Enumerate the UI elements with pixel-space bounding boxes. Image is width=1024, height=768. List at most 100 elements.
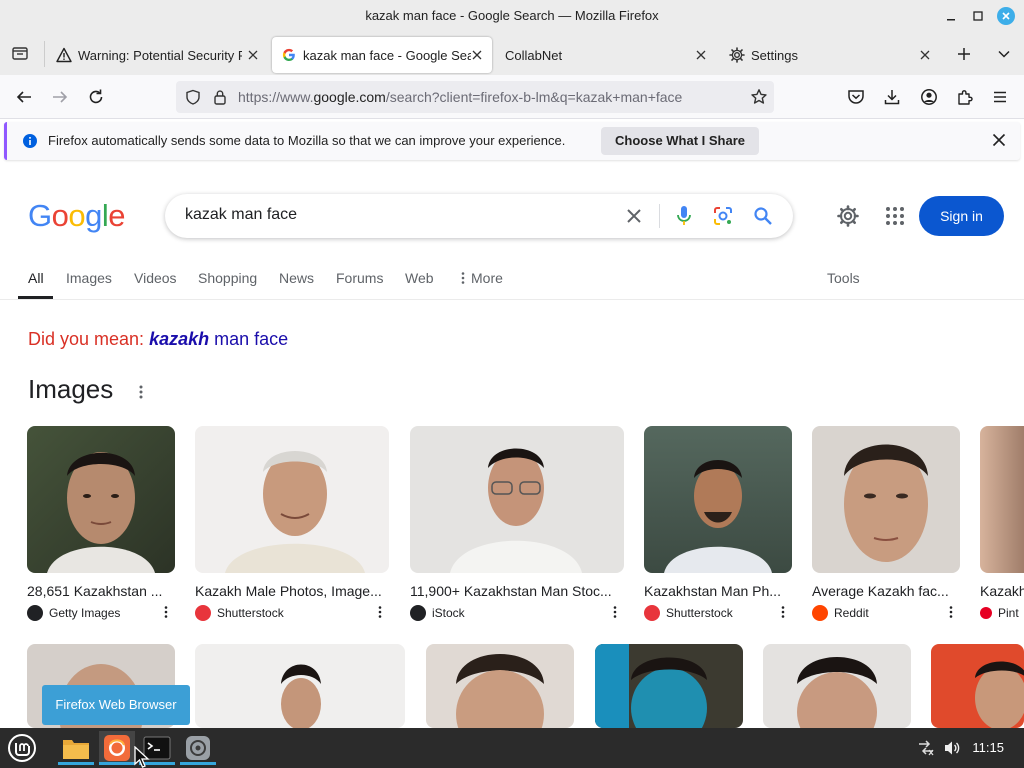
extensions-button[interactable]: [953, 85, 977, 109]
network-icon[interactable]: [917, 740, 935, 756]
image-result[interactable]: 11,900+ Kazakhstan Man Stoc... iStock: [410, 426, 624, 622]
image-result[interactable]: Kazakh Male Photos, Image... Shutterstoc…: [195, 426, 389, 622]
volume-icon[interactable]: [943, 740, 961, 756]
image-source[interactable]: Shutterstock: [195, 604, 389, 622]
tab-news[interactable]: News: [279, 270, 314, 286]
tab-overview-button[interactable]: [8, 41, 32, 65]
search-input[interactable]: kazak man face: [185, 206, 297, 224]
tab-settings[interactable]: Settings: [720, 37, 940, 73]
image-caption[interactable]: 11,900+ Kazakhstan Man Stoc...: [410, 583, 624, 599]
tab-collabnet[interactable]: CollabNet: [496, 37, 716, 73]
result-thumbnail[interactable]: [27, 426, 175, 573]
image-result[interactable]: [931, 644, 1024, 728]
pocket-button[interactable]: [844, 85, 868, 109]
notification-close-button[interactable]: [992, 133, 1006, 147]
images-more-button[interactable]: [137, 384, 145, 400]
spelling-correction-link[interactable]: kazakh man face: [149, 329, 288, 349]
more-vert-icon[interactable]: [377, 605, 383, 619]
voice-search-button[interactable]: [672, 204, 696, 228]
forward-button[interactable]: [48, 85, 72, 109]
image-source[interactable]: Shutterstock: [644, 604, 792, 622]
tab-all[interactable]: All: [28, 270, 44, 286]
running-indicator: [180, 762, 216, 765]
image-result[interactable]: [763, 644, 911, 728]
search-divider: [659, 204, 660, 228]
google-apps-button[interactable]: [885, 206, 905, 226]
tab-videos[interactable]: Videos: [134, 270, 177, 286]
google-logo[interactable]: Google: [28, 198, 126, 234]
taskbar-clock[interactable]: 11:15: [972, 740, 1004, 755]
image-caption[interactable]: Kazakh: [980, 583, 1024, 599]
image-result[interactable]: [426, 644, 574, 728]
tracking-protection-icon[interactable]: [185, 89, 201, 105]
reload-button[interactable]: [84, 85, 108, 109]
back-button[interactable]: [12, 85, 36, 109]
more-vert-icon[interactable]: [948, 605, 954, 619]
minimize-button[interactable]: [942, 7, 960, 25]
url-bar[interactable]: https://www.google.com/search?client=fir…: [176, 81, 774, 113]
files-launcher[interactable]: [58, 731, 94, 765]
app-launcher[interactable]: [180, 731, 216, 765]
image-caption[interactable]: Kazakh Male Photos, Image...: [195, 583, 389, 599]
gear-icon: [729, 47, 745, 63]
image-result[interactable]: [195, 644, 405, 728]
clear-search-button[interactable]: [622, 204, 646, 228]
new-tab-button[interactable]: [952, 42, 976, 66]
info-icon: [22, 133, 38, 149]
result-thumbnail[interactable]: [812, 426, 960, 573]
tab-close-button[interactable]: [468, 46, 486, 64]
image-source[interactable]: Pint: [980, 604, 1024, 622]
image-source[interactable]: Getty Images: [27, 604, 175, 622]
tab-shopping[interactable]: Shopping: [198, 270, 257, 286]
list-all-tabs-button[interactable]: [992, 42, 1016, 66]
tab-more[interactable]: More: [459, 270, 503, 286]
account-button[interactable]: [917, 85, 941, 109]
image-result[interactable]: Kazakh Pint: [980, 426, 1024, 622]
image-result[interactable]: Kazakhstan Man Ph... Shutterstock: [644, 426, 792, 622]
close-icon: [1002, 12, 1010, 20]
sign-in-button[interactable]: Sign in: [919, 196, 1004, 236]
lens-search-button[interactable]: [711, 204, 735, 228]
image-caption[interactable]: Kazakhstan Man Ph...: [644, 583, 792, 599]
tab-close-button[interactable]: [244, 46, 262, 64]
tab-close-button[interactable]: [692, 46, 710, 64]
tab-close-button[interactable]: [916, 46, 934, 64]
app-menu-button[interactable]: [988, 85, 1012, 109]
image-result[interactable]: Average Kazakh fac... Reddit: [812, 426, 960, 622]
more-vert-icon[interactable]: [163, 605, 169, 619]
image-source-label: iStock: [432, 606, 465, 620]
image-result[interactable]: [595, 644, 743, 728]
tab-security-warning[interactable]: Warning: Potential Security Risk Ahead: [50, 37, 268, 73]
result-thumbnail[interactable]: [980, 426, 1024, 573]
more-vert-icon[interactable]: [612, 605, 618, 619]
image-source[interactable]: Reddit: [812, 604, 960, 622]
image-result[interactable]: 28,651 Kazakhstan ... Getty Images: [27, 426, 175, 622]
tools-button[interactable]: Tools: [827, 270, 860, 286]
maximize-button[interactable]: [969, 7, 987, 25]
image-caption[interactable]: 28,651 Kazakhstan ...: [27, 583, 175, 599]
start-menu-button[interactable]: [4, 731, 40, 765]
close-icon: [992, 133, 1006, 147]
search-button[interactable]: [751, 204, 775, 228]
url-text[interactable]: https://www.google.com/search?client=fir…: [238, 89, 682, 105]
result-thumbnail[interactable]: [410, 426, 624, 573]
result-thumbnail[interactable]: [644, 426, 792, 573]
downloads-button[interactable]: [880, 85, 904, 109]
tab-web[interactable]: Web: [405, 270, 434, 286]
arrow-right-icon: [53, 91, 68, 103]
image-source[interactable]: iStock: [410, 604, 624, 622]
tab-images[interactable]: Images: [66, 270, 112, 286]
close-window-button[interactable]: [997, 7, 1015, 25]
search-box[interactable]: kazak man face: [165, 194, 793, 238]
tab-google-search[interactable]: kazak man face - Google Search: [272, 37, 492, 73]
images-heading-label: Images: [28, 374, 114, 404]
more-vert-icon[interactable]: [780, 605, 786, 619]
lock-icon[interactable]: [213, 89, 227, 105]
firefox-launcher[interactable]: [99, 731, 135, 765]
tab-forums[interactable]: Forums: [336, 270, 383, 286]
choose-what-i-share-button[interactable]: Choose What I Share: [601, 127, 760, 155]
bookmark-star-button[interactable]: [750, 88, 768, 106]
settings-button[interactable]: [836, 204, 860, 228]
image-caption[interactable]: Average Kazakh fac...: [812, 583, 960, 599]
result-thumbnail[interactable]: [195, 426, 389, 573]
